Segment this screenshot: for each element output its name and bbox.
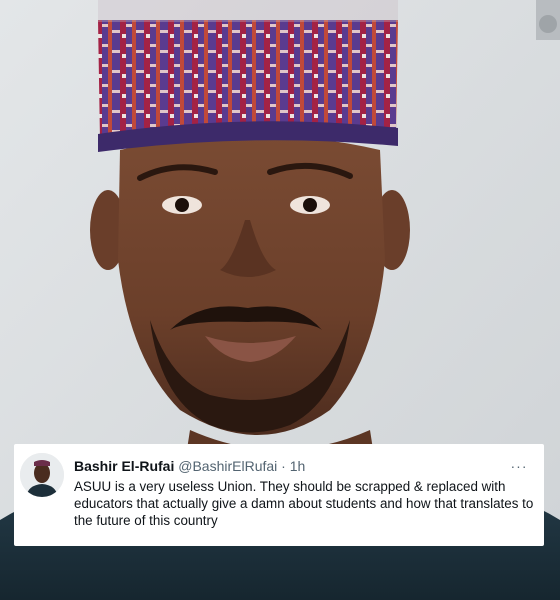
tweet-card[interactable]: Bashir El-Rufai @BashirElRufai · 1h ··· … xyxy=(14,444,544,546)
avatar[interactable] xyxy=(20,453,64,497)
user-handle[interactable]: @BashirElRufai xyxy=(178,458,277,474)
display-name[interactable]: Bashir El-Rufai xyxy=(74,458,174,474)
more-options-icon[interactable]: ··· xyxy=(508,456,530,476)
timestamp[interactable]: 1h xyxy=(290,458,306,474)
meta-separator: · xyxy=(281,458,286,474)
tweet-header: Bashir El-Rufai @BashirElRufai · 1h xyxy=(74,456,534,476)
avatar-image xyxy=(20,453,64,497)
tweet-text: ASUU is a very useless Union. They shoul… xyxy=(74,479,534,528)
